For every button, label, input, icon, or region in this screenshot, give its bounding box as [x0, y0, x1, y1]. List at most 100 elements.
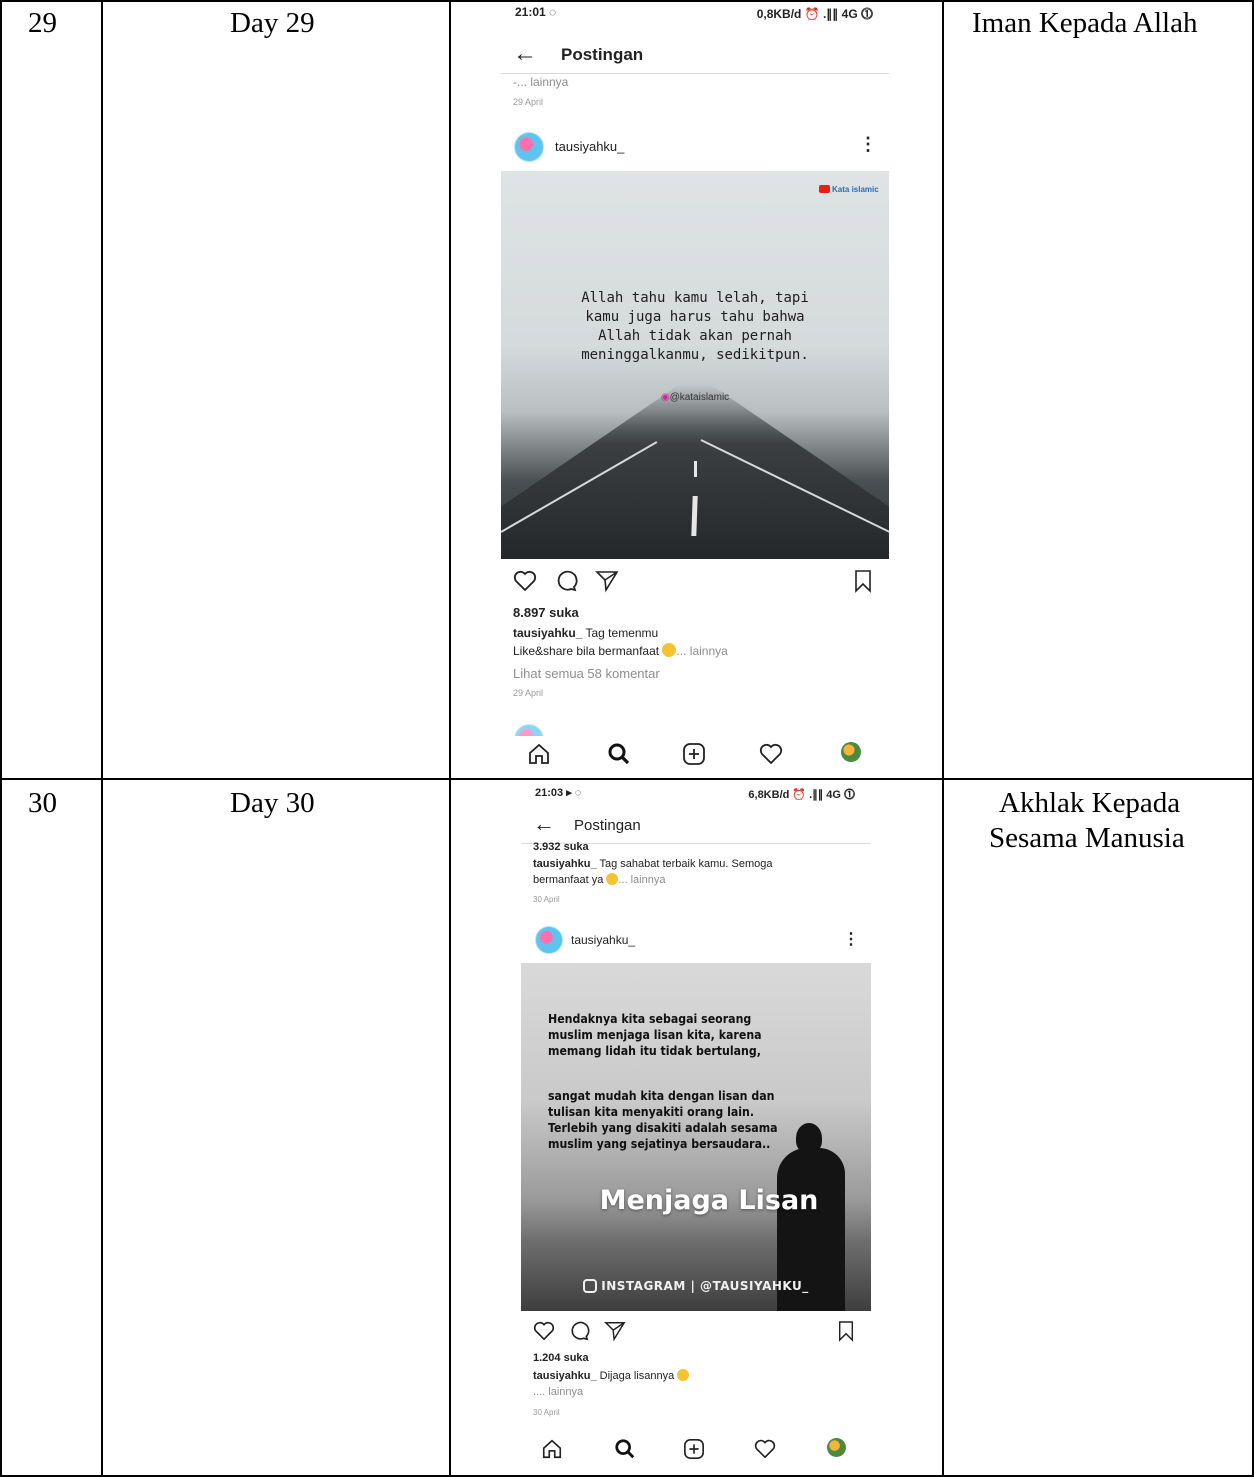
home-icon[interactable] [541, 1438, 563, 1460]
bookmark-icon[interactable] [853, 569, 873, 593]
previous-caption: tausiyahku_ Tag sahabat terbaik kamu. Se… [533, 856, 773, 888]
profile-avatar[interactable] [841, 742, 861, 762]
status-time: 21:03 ▸ ◌ [535, 787, 582, 799]
home-icon[interactable] [527, 742, 551, 766]
back-arrow-icon[interactable]: ← [533, 811, 555, 837]
row-topic-line1: Akhlak Kepada [999, 787, 1181, 819]
search-icon[interactable] [614, 1438, 636, 1460]
status-bar: 21:01 ◌ 0,8KB/d ⏰ .∥∥ 4G ⓵ [501, 2, 889, 22]
image-instagram-tag: ◉@kataislamic [501, 392, 889, 403]
post-caption: tausiyahku_ Dijaga lisannya .... lainnya [533, 1368, 690, 1400]
image-quote-part1: Hendaknya kita sebagai seorang muslim me… [548, 1011, 762, 1059]
quote-line: Allah tidak akan pernah [598, 328, 792, 344]
image-quote: Allah tahu kamu lelah, tapi kamu juga ha… [501, 289, 889, 365]
instagram-screenshot-day30: 21:03 ▸ ◌ 6,8KB/d ⏰ .∥∥ 4G ⓵ ← Postingan… [521, 780, 871, 1475]
post-image[interactable]: Hendaknya kita sebagai seorang muslim me… [521, 963, 871, 1311]
more-options-icon[interactable]: ⋮ [859, 134, 877, 155]
quote-line: Terlebih yang disakiti adalah sesama [548, 1120, 778, 1135]
heart-icon[interactable] [513, 570, 537, 592]
quote-line: tulisan kita menyakiti orang lain. [548, 1104, 755, 1119]
status-bar: 21:03 ▸ ◌ 6,8KB/d ⏰ .∥∥ 4G ⓵ [521, 780, 871, 801]
heart-icon[interactable] [754, 1438, 776, 1460]
kata-islamic-badge: Kata islamic [819, 185, 879, 194]
instagram-tag-text: @kataislamic [669, 392, 730, 403]
page-title: Postingan [574, 817, 641, 834]
row-number: 29 [28, 7, 57, 39]
caption-username[interactable]: tausiyahku_ [513, 626, 582, 640]
caption-more-link[interactable]: ... lainnya [676, 644, 727, 658]
view-all-comments-link[interactable]: Lihat semua 58 komentar [513, 666, 660, 681]
quote-line: sangat mudah kita dengan lisan dan [548, 1088, 775, 1103]
instagram-handle-text: INSTAGRAM | @TAUSIYAHKU_ [601, 1279, 809, 1293]
caption-more-link[interactable]: ... lainnya [618, 874, 665, 886]
hugging-face-emoji [677, 1369, 690, 1381]
comment-icon[interactable] [554, 570, 578, 592]
post-username[interactable]: tausiyahku_ [571, 933, 635, 947]
send-icon[interactable] [604, 1320, 626, 1342]
search-icon[interactable] [607, 742, 631, 766]
previous-likes-count[interactable]: 3.932 suka [533, 841, 589, 853]
status-time: 21:01 ◌ [515, 5, 557, 19]
caption-more-link[interactable]: .... lainnya [533, 1384, 689, 1400]
post-image[interactable]: Kata islamic Allah tahu kamu lelah, tapi… [501, 171, 889, 559]
quote-line: Allah tahu kamu lelah, tapi [581, 290, 809, 306]
more-options-icon[interactable]: ⋮ [843, 929, 859, 949]
heart-icon[interactable] [533, 1321, 555, 1341]
avatar[interactable] [514, 132, 544, 162]
row-topic-line2: Sesama Manusia [989, 822, 1185, 854]
bottom-nav [501, 736, 889, 778]
comment-icon[interactable] [568, 1321, 590, 1341]
post-date: 30 April [533, 1408, 560, 1417]
youtube-icon [819, 185, 830, 193]
bookmark-icon[interactable] [837, 1320, 855, 1342]
profile-avatar[interactable] [827, 1438, 846, 1457]
quote-line: kamu juga harus tahu bahwa [585, 309, 805, 325]
bottom-nav [521, 1432, 871, 1474]
caption-username[interactable]: tausiyahku_ [533, 858, 597, 870]
row-day: Day 30 [230, 787, 315, 819]
table-divider [101, 0, 103, 1477]
add-post-icon[interactable] [683, 1438, 705, 1460]
previous-caption-tail[interactable]: -... lainnya [513, 75, 568, 89]
hugging-face-emoji [606, 873, 619, 885]
post-username[interactable]: tausiyahku_ [555, 139, 624, 154]
quote-line: meninggalkanmu, sedikitpun. [581, 347, 809, 363]
likes-count[interactable]: 8.897 suka [513, 605, 579, 620]
caption-text: Tag sahabat terbaik kamu. Semoga [599, 858, 773, 870]
caption-text: Tag temenmu [585, 626, 659, 640]
quote-line: Hendaknya kita sebagai seorang [548, 1011, 752, 1026]
image-instagram-handle: INSTAGRAM | @TAUSIYAHKU_ [521, 1279, 871, 1293]
heart-icon[interactable] [759, 742, 783, 766]
back-arrow-icon[interactable]: ← [513, 40, 537, 68]
status-indicators: 0,8KB/d ⏰ .∥∥ 4G ⓵ [756, 7, 873, 21]
quote-line: muslim yang sejatinya bersaudara.. [548, 1136, 771, 1151]
add-post-icon[interactable] [682, 742, 706, 766]
winking-face-emoji [662, 643, 677, 657]
quote-line: memang lidah itu tidak bertulang, [548, 1043, 761, 1058]
status-indicators: 6,8KB/d ⏰ .∥∥ 4G ⓵ [748, 789, 855, 801]
app-bar: ← Postingan [501, 34, 889, 74]
instagram-icon: ◉ [660, 392, 670, 403]
instagram-icon [583, 1279, 598, 1293]
post-caption: tausiyahku_ Tag temenmu Like&share bila … [513, 624, 728, 660]
table-divider [449, 0, 451, 1477]
page-title: Postingan [561, 45, 644, 64]
previous-post-date: 29 April [513, 97, 544, 107]
instagram-screenshot-day29: 21:01 ◌ 0,8KB/d ⏰ .∥∥ 4G ⓵ ← Postingan -… [501, 2, 889, 778]
road-center-line [694, 461, 697, 477]
quote-line: muslim menjaga lisan kita, karena [548, 1027, 762, 1042]
previous-post-date: 30 April [533, 895, 560, 904]
image-quote-part2: sangat mudah kita dengan lisan dan tulis… [548, 1088, 778, 1152]
caption-username[interactable]: tausiyahku_ [533, 1370, 597, 1382]
table-divider [942, 0, 944, 1477]
caption-text-line2: bermanfaat ya [533, 874, 604, 886]
app-bar: ← Postingan [521, 806, 871, 844]
badge-label: Kata islamic [832, 185, 879, 194]
send-icon[interactable] [595, 569, 619, 593]
row-number: 30 [28, 787, 57, 819]
row-topic: Iman Kepada Allah [972, 7, 1198, 39]
avatar[interactable] [535, 926, 563, 954]
likes-count[interactable]: 1.204 suka [533, 1352, 589, 1364]
table-border-left [0, 0, 2, 1477]
caption-text: Dijaga lisannya [599, 1370, 675, 1382]
